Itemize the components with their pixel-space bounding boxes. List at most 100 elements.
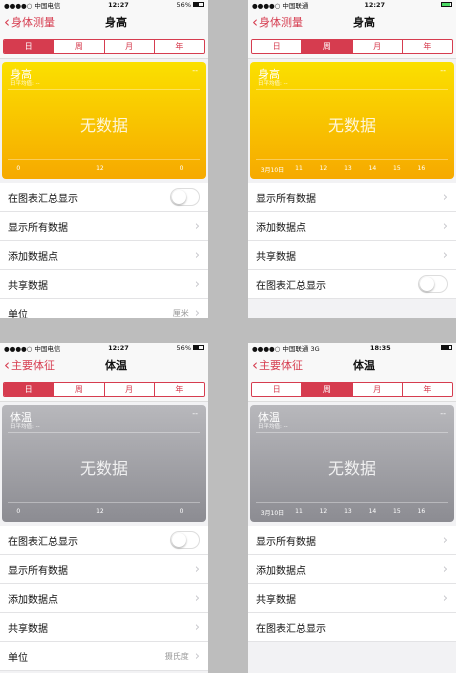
- chevron-right-icon: ›: [442, 590, 448, 606]
- row-add-data-point[interactable]: 添加数据点 ›: [0, 584, 208, 613]
- battery-icon: [441, 345, 452, 350]
- tick-label: 14: [368, 508, 377, 515]
- panel-temperature-week: ●●●●○ 中国联通 3G 18:35 ‹ 主要体征 体温 日 周 月 年 体温 …: [248, 343, 456, 673]
- time-label: 18:35: [369, 343, 391, 352]
- row-show-in-summary: 在图表汇总显示: [248, 270, 456, 299]
- segment-week[interactable]: 周: [54, 383, 105, 396]
- panel-temperature-day: ●●●●○ 中国电信 12:27 56% ‹ 主要体征 体温 日 周 月 年 体温…: [0, 343, 208, 673]
- chart-value: --: [440, 409, 446, 418]
- chevron-right-icon: ›: [442, 561, 448, 577]
- back-button[interactable]: ‹ 主要体征: [0, 357, 55, 373]
- nav-bar: ‹ 身体测量 身高: [248, 9, 456, 35]
- back-button[interactable]: ‹ 主要体征: [248, 357, 303, 373]
- chevron-right-icon: ›: [442, 532, 448, 548]
- segment-year[interactable]: 年: [402, 383, 452, 396]
- chart-card: 体温 日平均值: -- -- 无数据 0 12 0: [2, 405, 206, 522]
- tick-label: 3月10日: [260, 510, 285, 517]
- chart-card: 身高 日平均值: -- -- 无数据 3月10日 11 12 13 14 15 …: [250, 62, 454, 179]
- tick-label: 13: [344, 508, 352, 515]
- segment-day[interactable]: 日: [4, 383, 55, 396]
- tick-label: 0: [179, 508, 184, 515]
- x-axis-ticks: 0 12 0: [2, 508, 206, 517]
- chart-card: 体温 日平均值: -- -- 无数据 3月10日 11 12 13 14 15 …: [250, 405, 454, 522]
- row-add-data-point[interactable]: 添加数据点 ›: [248, 212, 456, 241]
- x-axis-ticks: 3月10日 11 12 13 14 15 16: [250, 508, 454, 517]
- row-show-all-data[interactable]: 显示所有数据 ›: [248, 526, 456, 555]
- tick-label: 0: [179, 165, 184, 172]
- segment-year[interactable]: 年: [402, 40, 452, 53]
- chevron-right-icon: ›: [194, 218, 200, 234]
- back-button[interactable]: ‹ 身体测量: [0, 14, 55, 30]
- row-unit[interactable]: 单位 厘米 ›: [0, 299, 208, 319]
- segment-day[interactable]: 日: [252, 383, 303, 396]
- tick-label: 11: [295, 165, 303, 172]
- row-show-all-data[interactable]: 显示所有数据 ›: [248, 183, 456, 212]
- chart-subtitle: 日平均值: --: [10, 424, 40, 430]
- row-show-all-data[interactable]: 显示所有数据 ›: [0, 555, 208, 584]
- chevron-right-icon: ›: [194, 305, 200, 319]
- x-axis-ticks: 0 12 0: [2, 165, 206, 174]
- tick-label: 15: [393, 165, 401, 172]
- segment-week[interactable]: 周: [302, 40, 353, 53]
- segment-year[interactable]: 年: [154, 40, 204, 53]
- row-show-in-summary: 在图表汇总显示: [0, 183, 208, 212]
- battery-percent: 56%: [176, 343, 191, 352]
- chevron-right-icon: ›: [194, 276, 200, 292]
- nav-bar: ‹ 身体测量 身高: [0, 9, 208, 35]
- back-label: 身体测量: [11, 16, 55, 29]
- row-unit[interactable]: 单位 摄氏度 ›: [0, 642, 208, 671]
- nav-bar: ‹ 主要体征 体温: [248, 352, 456, 378]
- segment-week[interactable]: 周: [302, 383, 353, 396]
- battery-icon: [193, 2, 204, 7]
- chevron-right-icon: ›: [194, 648, 200, 664]
- battery-icon: [440, 2, 452, 7]
- segment-month[interactable]: 月: [352, 40, 403, 53]
- segment-month[interactable]: 月: [104, 383, 155, 396]
- segment-day[interactable]: 日: [4, 40, 55, 53]
- time-label: 12:27: [364, 0, 386, 9]
- row-share-data[interactable]: 共享数据 ›: [0, 613, 208, 642]
- tick-label: 12: [319, 508, 328, 515]
- status-bar: ●●●●○ 中国联通 12:27: [248, 0, 456, 10]
- unit-value: 摄氏度: [164, 651, 189, 661]
- tick-label: 13: [344, 165, 352, 172]
- tick-label: 15: [393, 508, 401, 515]
- tick-label: 0: [16, 508, 21, 515]
- summary-toggle[interactable]: [170, 531, 200, 549]
- segment-month[interactable]: 月: [104, 40, 155, 53]
- summary-toggle[interactable]: [418, 275, 448, 293]
- tick-label: 14: [368, 165, 377, 172]
- chart-card: 身高 日平均值: -- -- 无数据 0 12 0: [2, 62, 206, 179]
- row-add-data-point[interactable]: 添加数据点 ›: [248, 555, 456, 584]
- row-share-data[interactable]: 共享数据 ›: [0, 270, 208, 299]
- chart-value: --: [440, 66, 446, 75]
- chart-value: --: [192, 409, 198, 418]
- segment-year[interactable]: 年: [154, 383, 204, 396]
- tick-label: 12: [96, 508, 104, 515]
- period-segmented-control: 日 周 月 年: [3, 382, 205, 397]
- row-share-data[interactable]: 共享数据 ›: [248, 241, 456, 270]
- time-label: 12:27: [108, 0, 129, 9]
- chevron-right-icon: ›: [194, 590, 200, 606]
- no-data-label: 无数据: [327, 116, 376, 135]
- tick-label: 12: [319, 165, 328, 172]
- segment-day[interactable]: 日: [252, 40, 303, 53]
- row-add-data-point[interactable]: 添加数据点 ›: [0, 241, 208, 270]
- segment-week[interactable]: 周: [54, 40, 105, 53]
- segment-month[interactable]: 月: [352, 383, 403, 396]
- status-bar: ●●●●○ 中国电信 12:27 56%: [0, 0, 208, 10]
- summary-toggle[interactable]: [170, 188, 200, 206]
- back-label: 主要体征: [11, 359, 55, 372]
- back-button[interactable]: ‹ 身体测量: [248, 14, 303, 30]
- panel-height-week: ●●●●○ 中国联通 12:27 ‹ 身体测量 身高 日 周 月 年 身高 日平均…: [248, 0, 456, 318]
- period-segmented-control: 日 周 月 年: [251, 382, 453, 397]
- chevron-left-icon: ‹: [252, 355, 258, 374]
- row-show-all-data[interactable]: 显示所有数据 ›: [0, 212, 208, 241]
- tick-label: 12: [96, 165, 104, 172]
- options-list: 在图表汇总显示 显示所有数据 › 添加数据点 › 共享数据 › 单位 摄氏度 ›: [0, 526, 208, 671]
- options-list: 在图表汇总显示 显示所有数据 › 添加数据点 › 共享数据 › 单位 厘米 ›: [0, 183, 208, 318]
- row-share-data[interactable]: 共享数据 ›: [248, 584, 456, 613]
- chevron-left-icon: ‹: [252, 12, 258, 31]
- chevron-right-icon: ›: [442, 247, 448, 263]
- chevron-right-icon: ›: [194, 619, 200, 635]
